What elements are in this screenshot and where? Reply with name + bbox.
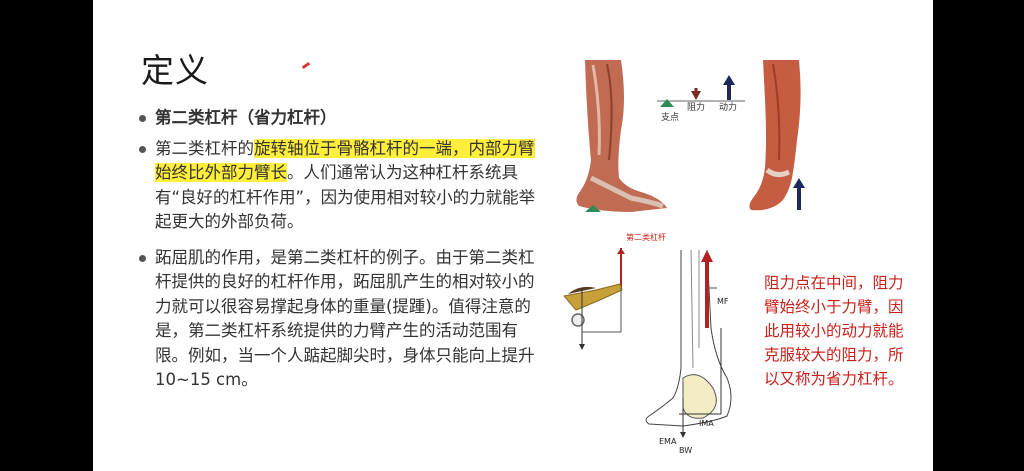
- slide-title: 定义: [141, 51, 209, 90]
- wheelbarrow-illustration: [563, 248, 625, 350]
- slide: 定义 第二类杠杆（省力杠杆） 第二类杠杆的旋转轴位于骨骼杠杆的一端，内部力臂始终…: [93, 0, 933, 471]
- fulcrum-icon: [660, 99, 674, 107]
- foot-lever-diagram: MF IMA EMA BW: [645, 249, 732, 455]
- resistance-arrow: [691, 91, 701, 100]
- leverage-note: 阻力点在中间，阻力臂始终小于力臂，因此用较小的动力就能克服较大的阻力，所以又称为…: [764, 274, 904, 388]
- pen-cursor-icon: [301, 61, 311, 70]
- fulcrum-label: 支点: [661, 111, 679, 122]
- effort-label: 动力: [719, 101, 737, 113]
- bullet-list: 第二类杠杆（省力杠杆） 第二类杠杆的旋转轴位于骨骼杠杆的一端，内部力臂始终比外部…: [137, 106, 542, 393]
- bw-label: BW: [679, 446, 692, 455]
- resistance-label: 阻力: [687, 101, 705, 113]
- leg-muscle-illustration-right: [749, 60, 805, 211]
- definition-pre: 第二类杠杆的: [155, 138, 254, 158]
- mf-label: MF: [717, 297, 729, 306]
- figure-caption: 第二类杠杆: [626, 233, 666, 242]
- effort-arrow: [723, 75, 735, 85]
- bullet-heading: 第二类杠杆（省力杠杆）: [137, 106, 542, 131]
- ema-label: EMA: [659, 437, 677, 446]
- bullet-definition: 第二类杠杆的旋转轴位于骨骼杠杆的一端，内部力臂始终比外部力臂长。人们通常认为这种…: [137, 137, 542, 235]
- lever-diagram: 支点 阻力 动力: [657, 75, 745, 122]
- bullet-example: 跖屈肌的作用，是第二类杠杆的例子。由于第二类杠杆提供的良好的杠杆作用，跖屈肌产生…: [137, 246, 542, 393]
- ima-label: IMA: [699, 419, 714, 428]
